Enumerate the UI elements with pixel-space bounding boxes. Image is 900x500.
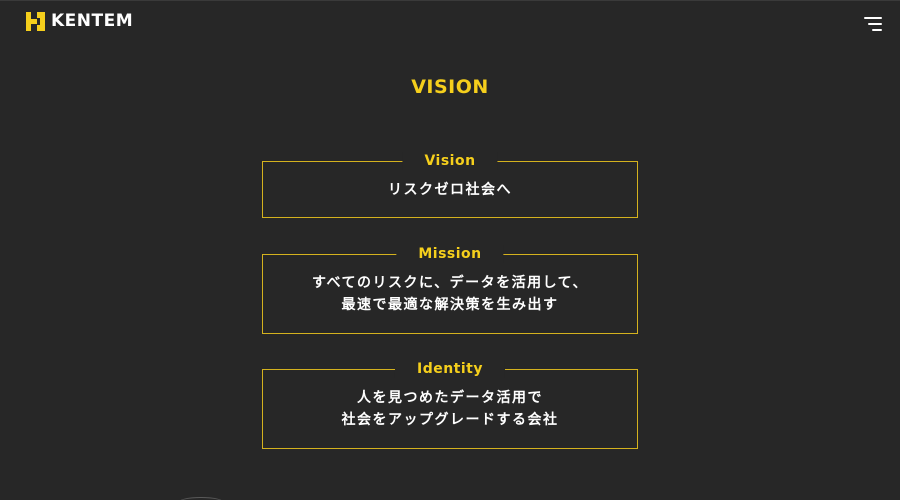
section-title: VISION	[411, 76, 489, 98]
logo-link[interactable]: KENTEM	[26, 11, 133, 31]
mission-line-2: 最速で最適な解決策を生み出す	[341, 297, 559, 313]
menu-bar-bottom	[872, 29, 882, 31]
vision-card: Vision リスクゼロ社会へ	[262, 152, 638, 218]
menu-bar-middle	[868, 23, 882, 25]
identity-card-label: Identity	[394, 360, 506, 378]
vision-card-label: Vision	[402, 152, 498, 170]
kentem-k-mark-icon	[26, 11, 45, 31]
mission-card-text: すべてのリスクに、データを活用して、 最速で最適な解決策を生み出す	[263, 255, 637, 316]
hamburger-menu-icon	[864, 17, 882, 19]
mission-card-label: Mission	[396, 245, 504, 263]
logo-text: KENTEM	[51, 11, 134, 31]
mission-line-1: すべてのリスクに、データを活用して、	[312, 275, 588, 291]
page: KENTEM VISION Vision リスクゼロ社会へ Mission すべ…	[0, 0, 900, 500]
mission-card: Mission すべてのリスクに、データを活用して、 最速で最適な解決策を生み出…	[262, 245, 638, 334]
identity-line-2: 社会をアップグレードする会社	[341, 412, 559, 428]
identity-card-text: 人を見つめたデータ活用で 社会をアップグレードする会社	[263, 370, 637, 431]
vision-line-1: リスクゼロ社会へ	[388, 182, 512, 198]
identity-line-1: 人を見つめたデータ活用で	[357, 390, 543, 406]
identity-card: Identity 人を見つめたデータ活用で 社会をアップグレードする会社	[262, 360, 638, 449]
hamburger-menu-button[interactable]	[864, 16, 882, 32]
